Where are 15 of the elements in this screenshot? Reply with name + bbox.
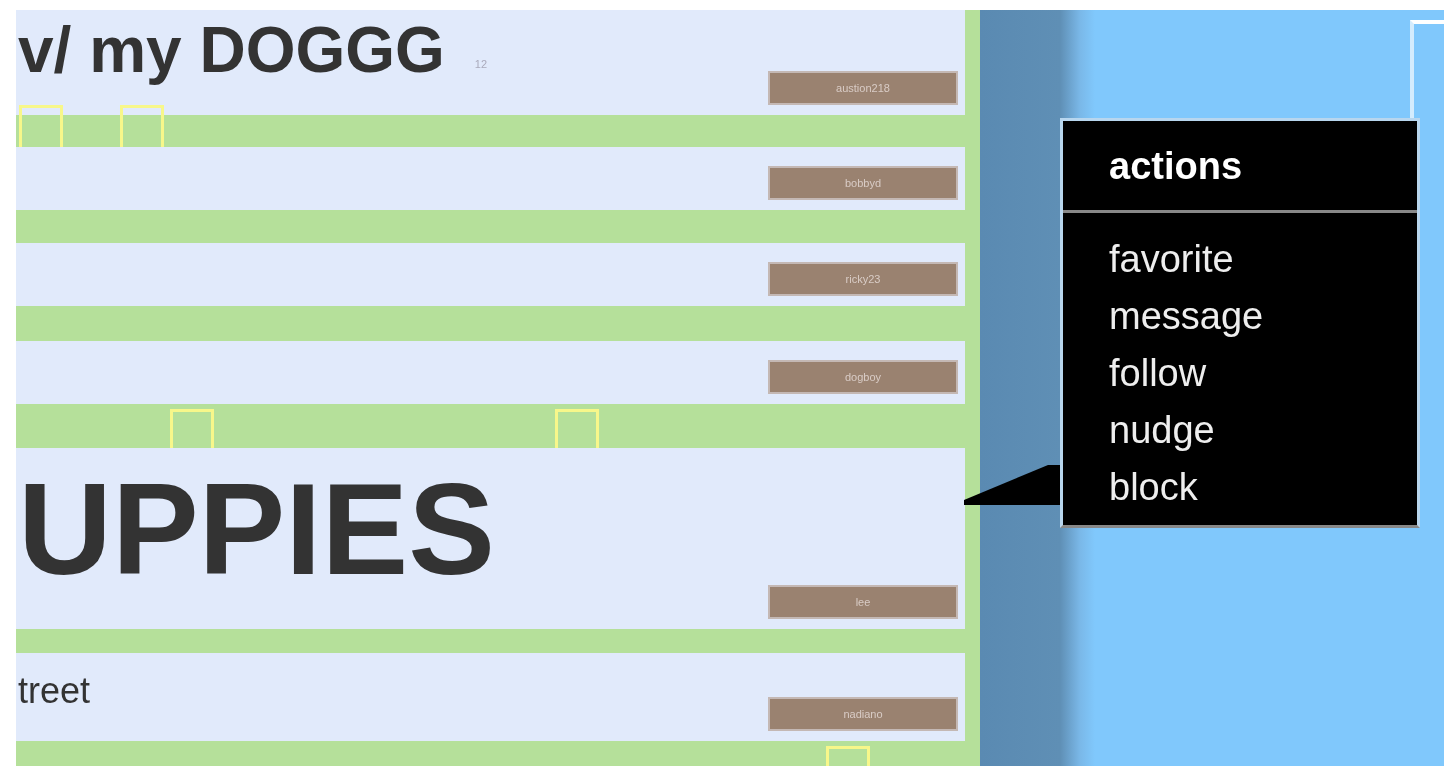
post-title: treet (18, 673, 91, 709)
menu-item[interactable]: follow (1109, 345, 1417, 402)
post-count: 12 (474, 58, 488, 70)
menu-item[interactable]: nudge (1109, 402, 1417, 459)
post-title: UPPIES (18, 464, 495, 594)
author-tag[interactable]: nadiano (768, 697, 958, 731)
menu-title: actions (1063, 121, 1417, 213)
author-tag[interactable]: austion218 (768, 71, 958, 105)
author-tag[interactable]: bobbyd (768, 166, 958, 200)
menu-item[interactable]: message (1109, 288, 1417, 345)
author-tag[interactable]: ricky23 (768, 262, 958, 296)
menu-item[interactable]: block (1109, 459, 1417, 516)
menu-item[interactable]: favorite (1109, 231, 1417, 288)
author-tag[interactable]: dogboy (768, 360, 958, 394)
author-tag[interactable]: lee (768, 585, 958, 619)
